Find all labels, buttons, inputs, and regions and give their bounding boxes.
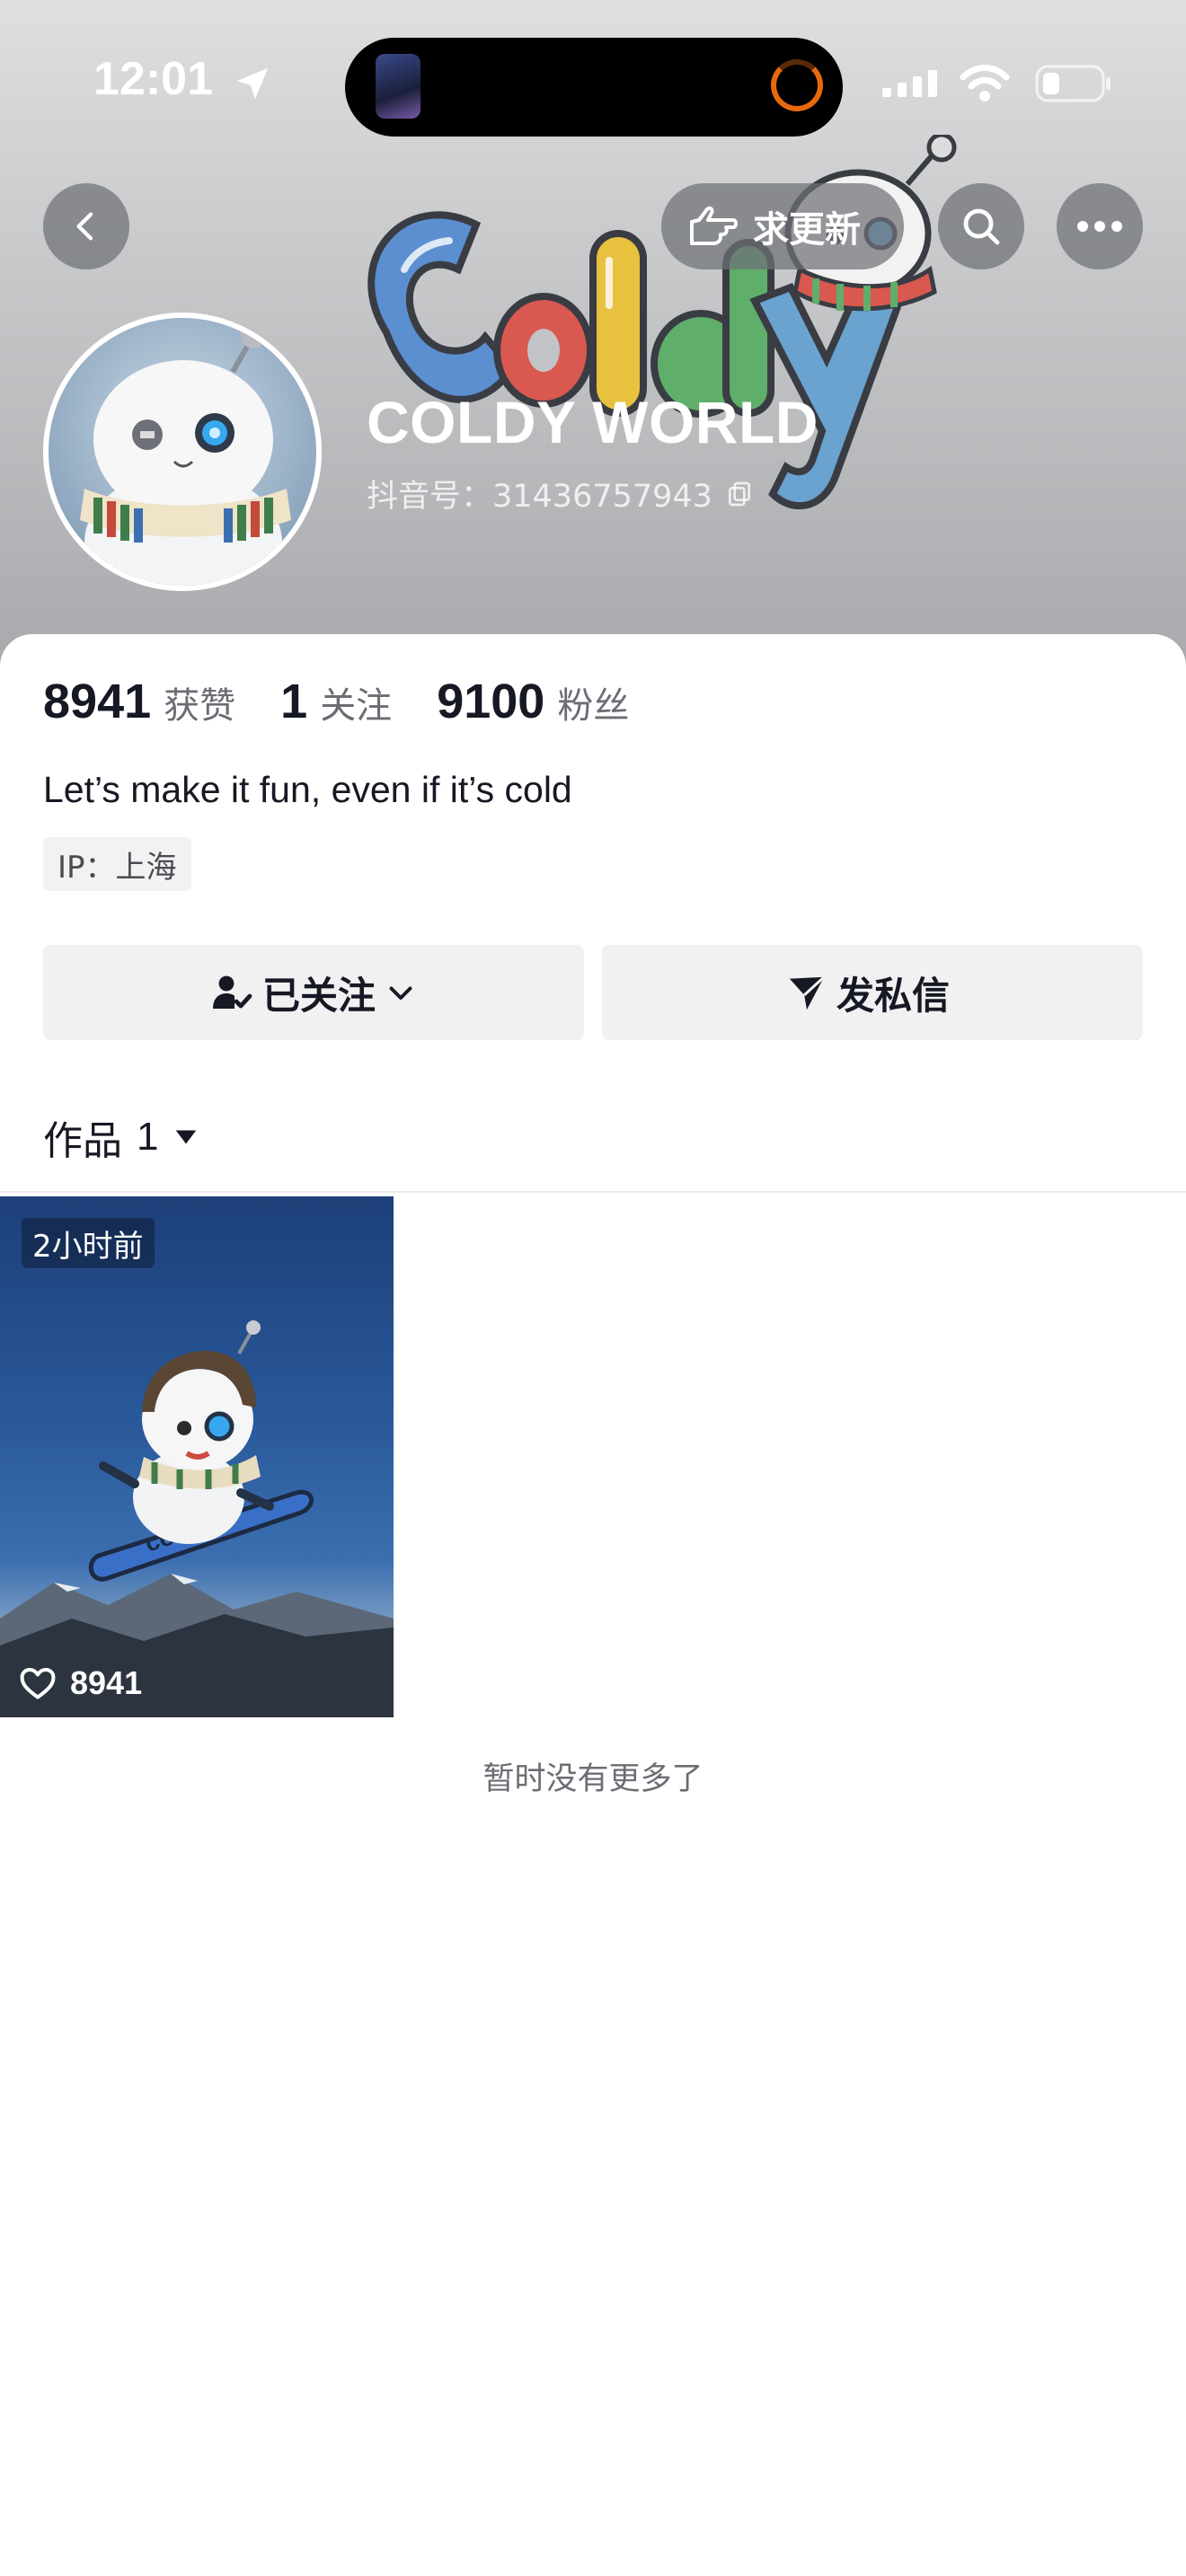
tab-works[interactable]: 作品 1 — [43, 1108, 199, 1166]
more-icon — [1077, 221, 1122, 232]
search-icon — [963, 208, 1000, 245]
follow-check-icon — [212, 975, 252, 1009]
video-likes-count: 8941 — [70, 1664, 143, 1701]
battery-icon — [1035, 65, 1111, 102]
douyin-id: 抖音号：31436757943 — [367, 479, 712, 515]
video-thumbnail[interactable]: coldy 2小时前 8941 — [0, 1196, 394, 1717]
profile-stats: 8941 获赞 1 关注 9100 粉丝 — [43, 674, 674, 729]
followers-label[interactable]: 粉丝 — [557, 676, 629, 728]
chevron-down-icon — [389, 986, 412, 1000]
status-bar: 12:01 — [0, 0, 1186, 162]
following-label[interactable]: 关注 — [320, 676, 392, 728]
snowboarding-snowman-art: coldy — [0, 1320, 394, 1717]
copy-icon[interactable] — [725, 480, 754, 508]
followed-label: 已关注 — [261, 973, 376, 1018]
profile-banner: 12:01 求更新 COLDY WORLD 抖音号：31436757943 — [0, 0, 1186, 665]
request-update-button[interactable]: 求更新 — [661, 183, 904, 269]
heart-icon — [20, 1667, 56, 1699]
douyin-id-row[interactable]: 抖音号：31436757943 — [367, 471, 754, 516]
video-likes: 8941 — [18, 1663, 142, 1703]
end-of-list-text: 暂时没有更多了 — [482, 1761, 704, 1797]
triangle-down-icon — [176, 1130, 197, 1144]
send-message-label: 发私信 — [836, 973, 950, 1018]
profile-card: 8941 获赞 1 关注 9100 粉丝 Let’s make it fun, … — [0, 634, 1186, 2576]
activity-ring-icon — [771, 59, 823, 111]
likes-count[interactable]: 8941 — [43, 674, 151, 729]
more-button[interactable] — [1057, 183, 1143, 269]
ip-location-tag: IP：上海 — [43, 837, 191, 891]
status-time: 12:01 — [93, 53, 213, 105]
now-playing-thumbnail — [376, 54, 420, 119]
profile-name: COLDY WORLD — [367, 389, 819, 455]
location-arrow-icon — [236, 67, 269, 100]
search-button[interactable] — [938, 183, 1024, 269]
back-icon — [76, 212, 93, 241]
time-badge: 2小时前 — [22, 1218, 155, 1268]
cellular-signal-icon — [882, 70, 937, 97]
send-message-button[interactable]: 发私信 — [602, 945, 1143, 1040]
wifi-icon — [960, 65, 1010, 101]
request-update-label: 求更新 — [753, 209, 861, 251]
snowman-avatar-art — [80, 323, 291, 586]
profile-avatar[interactable] — [43, 313, 322, 591]
profile-bio: Let’s make it fun, even if it’s cold — [43, 769, 572, 810]
works-count: 1 — [137, 1115, 159, 1159]
dynamic-island — [345, 38, 843, 137]
followed-button[interactable]: 已关注 — [43, 945, 584, 1040]
tab-divider — [0, 1191, 1186, 1193]
pointing-hand-icon — [690, 206, 738, 245]
works-tab-label: 作品 — [43, 1118, 122, 1164]
likes-label: 获赞 — [164, 685, 236, 727]
following-count[interactable]: 1 — [280, 674, 307, 729]
send-icon — [789, 975, 826, 1010]
followers-count[interactable]: 9100 — [437, 674, 544, 729]
back-button[interactable] — [43, 183, 129, 269]
